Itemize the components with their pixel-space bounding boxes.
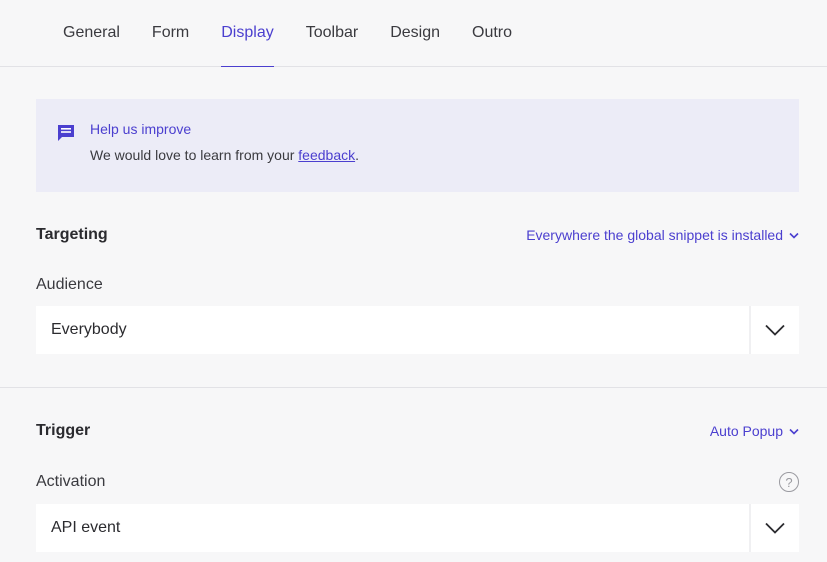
activation-label: Activation xyxy=(36,473,106,490)
trigger-type-dropdown[interactable]: Auto Popup xyxy=(710,423,799,439)
banner-text-after: . xyxy=(355,147,359,163)
activation-dropdown-button[interactable] xyxy=(749,504,799,552)
activation-select[interactable]: API event xyxy=(36,504,799,552)
tab-toolbar[interactable]: Toolbar xyxy=(290,0,374,66)
chevron-down-icon xyxy=(789,232,799,239)
tab-label: Outro xyxy=(472,24,513,41)
tab-label: Display xyxy=(221,24,274,41)
chevron-down-icon xyxy=(765,522,785,534)
banner-text-before: We would love to learn from your xyxy=(90,147,299,163)
trigger-section: Trigger Auto Popup Activation ? API even… xyxy=(0,422,827,552)
audience-label: Audience xyxy=(36,276,103,293)
tab-bar: General Form Display Toolbar Design Outr… xyxy=(0,0,827,67)
section-divider xyxy=(0,387,827,388)
tab-design[interactable]: Design xyxy=(374,0,456,66)
tab-outro[interactable]: Outro xyxy=(456,0,528,66)
targeting-title: Targeting xyxy=(36,226,108,243)
banner-title: Help us improve xyxy=(90,121,192,137)
message-icon xyxy=(58,125,74,141)
activation-label-row: Activation ? xyxy=(36,472,799,492)
tab-general[interactable]: General xyxy=(47,0,136,66)
activation-value: API event xyxy=(51,519,121,536)
feedback-banner: Help us improve We would love to learn f… xyxy=(36,99,799,192)
targeting-header: Targeting Everywhere the global snippet … xyxy=(36,226,799,244)
tab-label: Design xyxy=(390,24,441,41)
audience-value: Everybody xyxy=(51,321,127,338)
feedback-link[interactable]: feedback xyxy=(298,147,355,163)
trigger-type-label: Auto Popup xyxy=(709,423,783,439)
trigger-title: Trigger xyxy=(36,422,91,439)
tab-label: Toolbar xyxy=(305,24,359,41)
chevron-down-icon xyxy=(765,324,785,336)
banner-text: We would love to learn from your feedbac… xyxy=(90,147,359,163)
tab-label: General xyxy=(63,24,120,41)
help-icon[interactable]: ? xyxy=(779,472,799,492)
trigger-header: Trigger Auto Popup xyxy=(36,422,799,440)
tab-form[interactable]: Form xyxy=(136,0,205,66)
tab-display[interactable]: Display xyxy=(205,0,289,67)
audience-select[interactable]: Everybody xyxy=(36,306,799,354)
display-settings: Help us improve We would love to learn f… xyxy=(0,67,827,354)
targeting-scope-label: Everywhere the global snippet is install… xyxy=(526,227,783,243)
tab-label: Form xyxy=(151,24,190,41)
chevron-down-icon xyxy=(789,428,799,435)
targeting-scope-dropdown[interactable]: Everywhere the global snippet is install… xyxy=(526,227,799,243)
audience-label-row: Audience xyxy=(36,276,799,294)
audience-dropdown-button[interactable] xyxy=(749,306,799,354)
